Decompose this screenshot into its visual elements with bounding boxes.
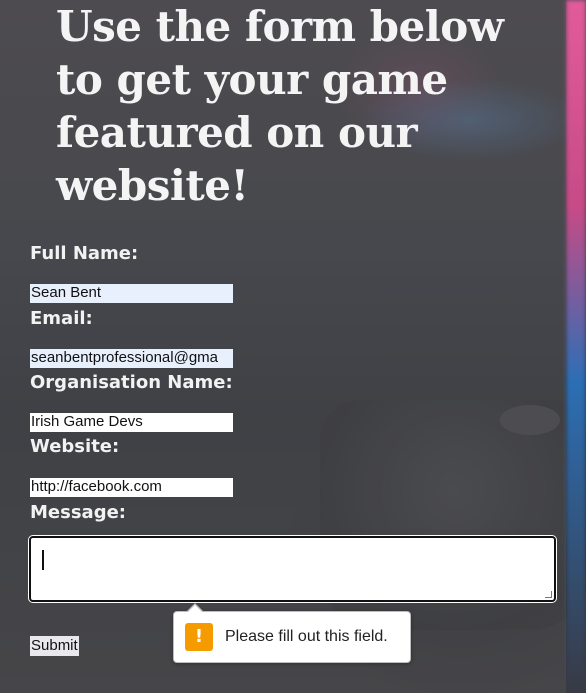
message-textarea[interactable] [29,536,556,602]
validation-tooltip: ! Please fill out this field. [173,603,411,663]
page-heading: Use the form below to get your game feat… [56,2,504,210]
email-input[interactable]: seanbentprofessional@gma [30,349,233,368]
email-label: Email: [30,308,93,329]
featured-game-form-section: Use the form below to get your game feat… [0,0,566,693]
full-name-input[interactable]: Sean Bent [30,284,233,303]
website-input[interactable]: http://facebook.com [30,478,233,497]
organisation-name-input[interactable]: Irish Game Devs [30,413,233,432]
text-caret [42,550,44,570]
background-edge [566,0,586,693]
organisation-name-label: Organisation Name: [30,372,233,393]
resize-handle[interactable] [545,591,552,598]
validation-message: Please fill out this field. [225,628,388,645]
warning-icon: ! [185,623,213,651]
website-label: Website: [30,436,120,457]
message-label: Message: [30,502,126,523]
submit-button[interactable]: Submit [30,636,79,656]
full-name-label: Full Name: [30,243,139,264]
